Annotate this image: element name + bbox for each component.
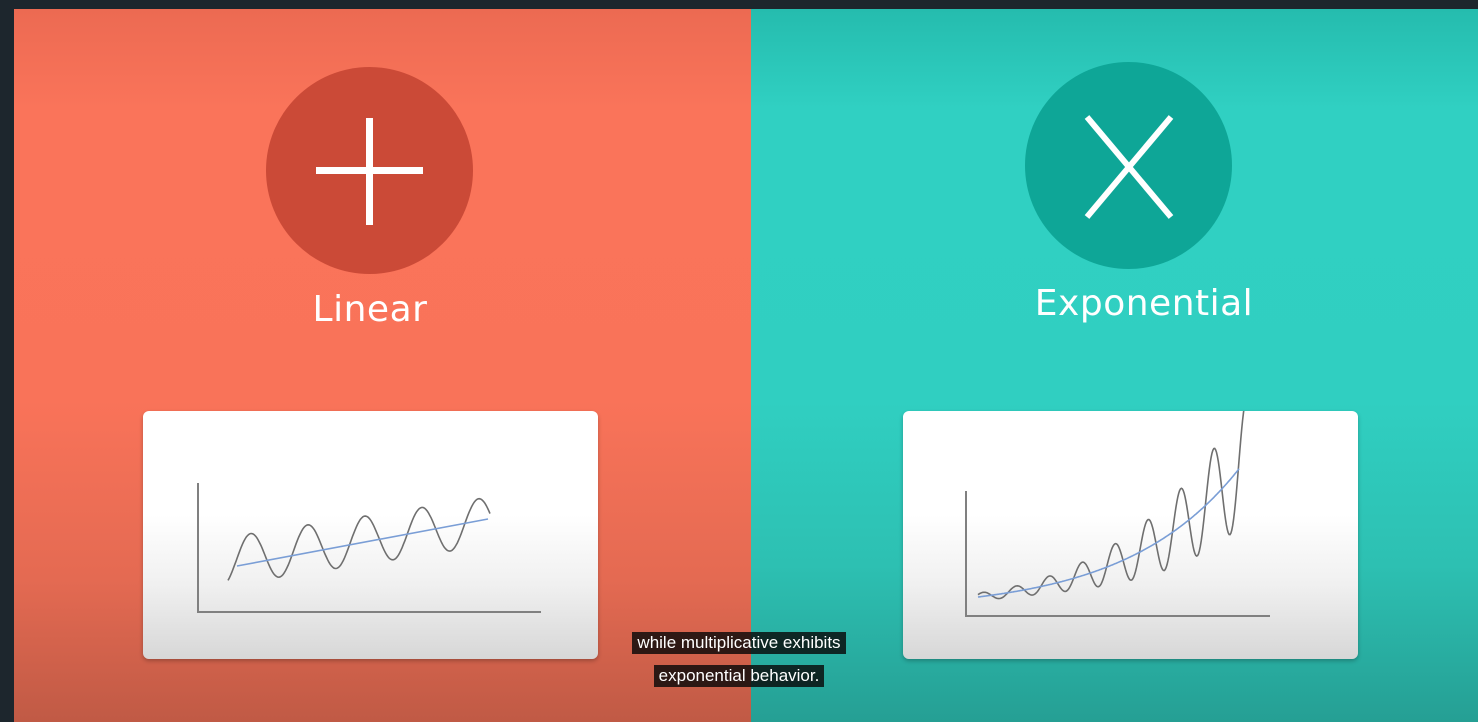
caption-line-1: while multiplicative exhibits <box>632 632 846 654</box>
linear-graph-wave <box>227 497 491 581</box>
exponential-graph-wave <box>977 411 1245 600</box>
exponential-graph-card <box>903 411 1358 659</box>
plus-icon-circle <box>266 67 473 274</box>
x-icon-circle <box>1025 62 1232 269</box>
subtitles: while multiplicative exhibits exponentia… <box>0 632 1478 698</box>
exponential-graph-trendline <box>977 468 1240 598</box>
exponential-label: Exponential <box>1034 283 1254 324</box>
linear-graph-trendline <box>236 518 489 567</box>
video-player[interactable]: Linear Exponential while multiplicative … <box>0 0 1478 722</box>
player-top-bar <box>0 0 1478 9</box>
player-left-edge <box>0 0 14 722</box>
linear-panel: Linear <box>14 9 751 722</box>
linear-label: Linear <box>312 289 428 330</box>
x-icon <box>1084 115 1174 219</box>
caption-line-2: exponential behavior. <box>653 665 825 687</box>
linear-graph-axes <box>197 483 541 613</box>
exponential-panel: Exponential <box>751 9 1478 722</box>
linear-graph-card <box>143 411 598 659</box>
video-frame[interactable]: Linear Exponential <box>14 9 1478 722</box>
exponential-graph <box>965 411 1270 617</box>
linear-graph <box>197 483 541 613</box>
